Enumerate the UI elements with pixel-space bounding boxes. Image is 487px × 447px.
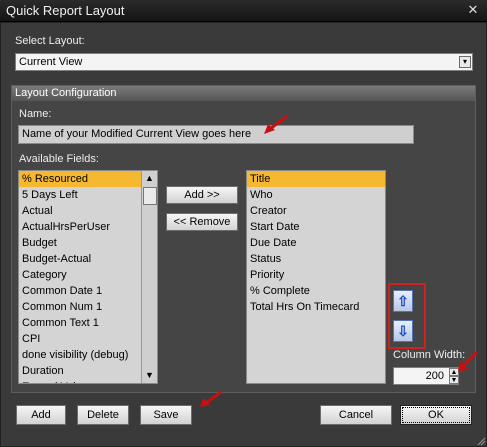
list-item[interactable]: ActualHrsPerUser: [19, 219, 157, 235]
cancel-button[interactable]: Cancel: [320, 405, 392, 425]
add-layout-button[interactable]: Add: [16, 405, 66, 425]
resize-grip-icon[interactable]: [476, 436, 486, 446]
selected-fields-list[interactable]: Title Who Creator Start Date Due Date Status P…: [246, 170, 386, 384]
available-fields-items: % Resourced 5 Days Left Actual ActualHrsPer…: [19, 171, 157, 383]
list-item[interactable]: Actual: [19, 203, 157, 219]
list-item[interactable]: Common Text 1: [19, 315, 157, 331]
add-field-button[interactable]: Add >>: [166, 186, 238, 204]
list-item[interactable]: Budget-Actual: [19, 251, 157, 267]
ok-button[interactable]: OK: [400, 405, 472, 425]
list-item[interactable]: Earned Value: [19, 379, 157, 383]
list-item[interactable]: Due Date: [247, 235, 385, 251]
available-fields-list[interactable]: % Resourced 5 Days Left Actual ActualHrsPer…: [18, 170, 158, 384]
red-arrow-annotation: [264, 114, 288, 134]
list-item[interactable]: Who: [247, 187, 385, 203]
available-fields-scrollbar[interactable]: ▲ ▼: [141, 171, 157, 383]
list-item[interactable]: Budget: [19, 235, 157, 251]
select-layout-label: Select Layout:: [15, 35, 85, 47]
window-title: Quick Report Layout: [6, 3, 125, 18]
up-arrow-icon[interactable]: ⇧: [393, 290, 413, 312]
list-item[interactable]: % Complete: [247, 283, 385, 299]
list-item[interactable]: % Resourced: [19, 171, 157, 187]
red-arrow-annotation: [458, 350, 479, 372]
list-item[interactable]: Status: [247, 251, 385, 267]
chevron-down-icon[interactable]: ▾: [459, 56, 471, 68]
close-icon[interactable]: ✕: [466, 3, 480, 17]
delete-layout-button[interactable]: Delete: [77, 405, 129, 425]
remove-field-button[interactable]: << Remove: [166, 213, 238, 231]
spin-down-icon[interactable]: ▼: [449, 376, 459, 384]
name-field[interactable]: Name of your Modified Current View goes …: [18, 125, 414, 144]
list-item[interactable]: Common Date 1: [19, 283, 157, 299]
list-item[interactable]: Priority: [247, 267, 385, 283]
scroll-up-icon[interactable]: ▲: [142, 171, 157, 185]
list-item[interactable]: Common Num 1: [19, 299, 157, 315]
column-width-label: Column Width:: [393, 349, 466, 361]
list-item[interactable]: done visibility (debug): [19, 347, 157, 363]
scroll-thumb[interactable]: [143, 187, 157, 205]
layout-select-value: Current View: [19, 56, 83, 68]
list-item[interactable]: Duration: [19, 363, 157, 379]
list-item[interactable]: 5 Days Left: [19, 187, 157, 203]
list-item[interactable]: Title: [247, 171, 385, 187]
list-item[interactable]: Start Date: [247, 219, 385, 235]
list-item[interactable]: Creator: [247, 203, 385, 219]
name-label: Name:: [19, 108, 52, 120]
available-fields-label: Available Fields:: [19, 153, 99, 165]
save-layout-button[interactable]: Save: [140, 405, 192, 425]
scroll-down-icon[interactable]: ▼: [142, 368, 157, 382]
red-arrow-annotation: [200, 390, 222, 407]
down-arrow-icon[interactable]: ⇩: [393, 320, 413, 342]
layout-select[interactable]: Current View: [15, 53, 473, 71]
selected-fields-items: Title Who Creator Start Date Due Date Status P…: [247, 171, 385, 315]
layout-configuration-header: Layout Configuration: [12, 86, 475, 101]
list-item[interactable]: Total Hrs On Timecard: [247, 299, 385, 315]
list-item[interactable]: CPI: [19, 331, 157, 347]
list-item[interactable]: Category: [19, 267, 157, 283]
